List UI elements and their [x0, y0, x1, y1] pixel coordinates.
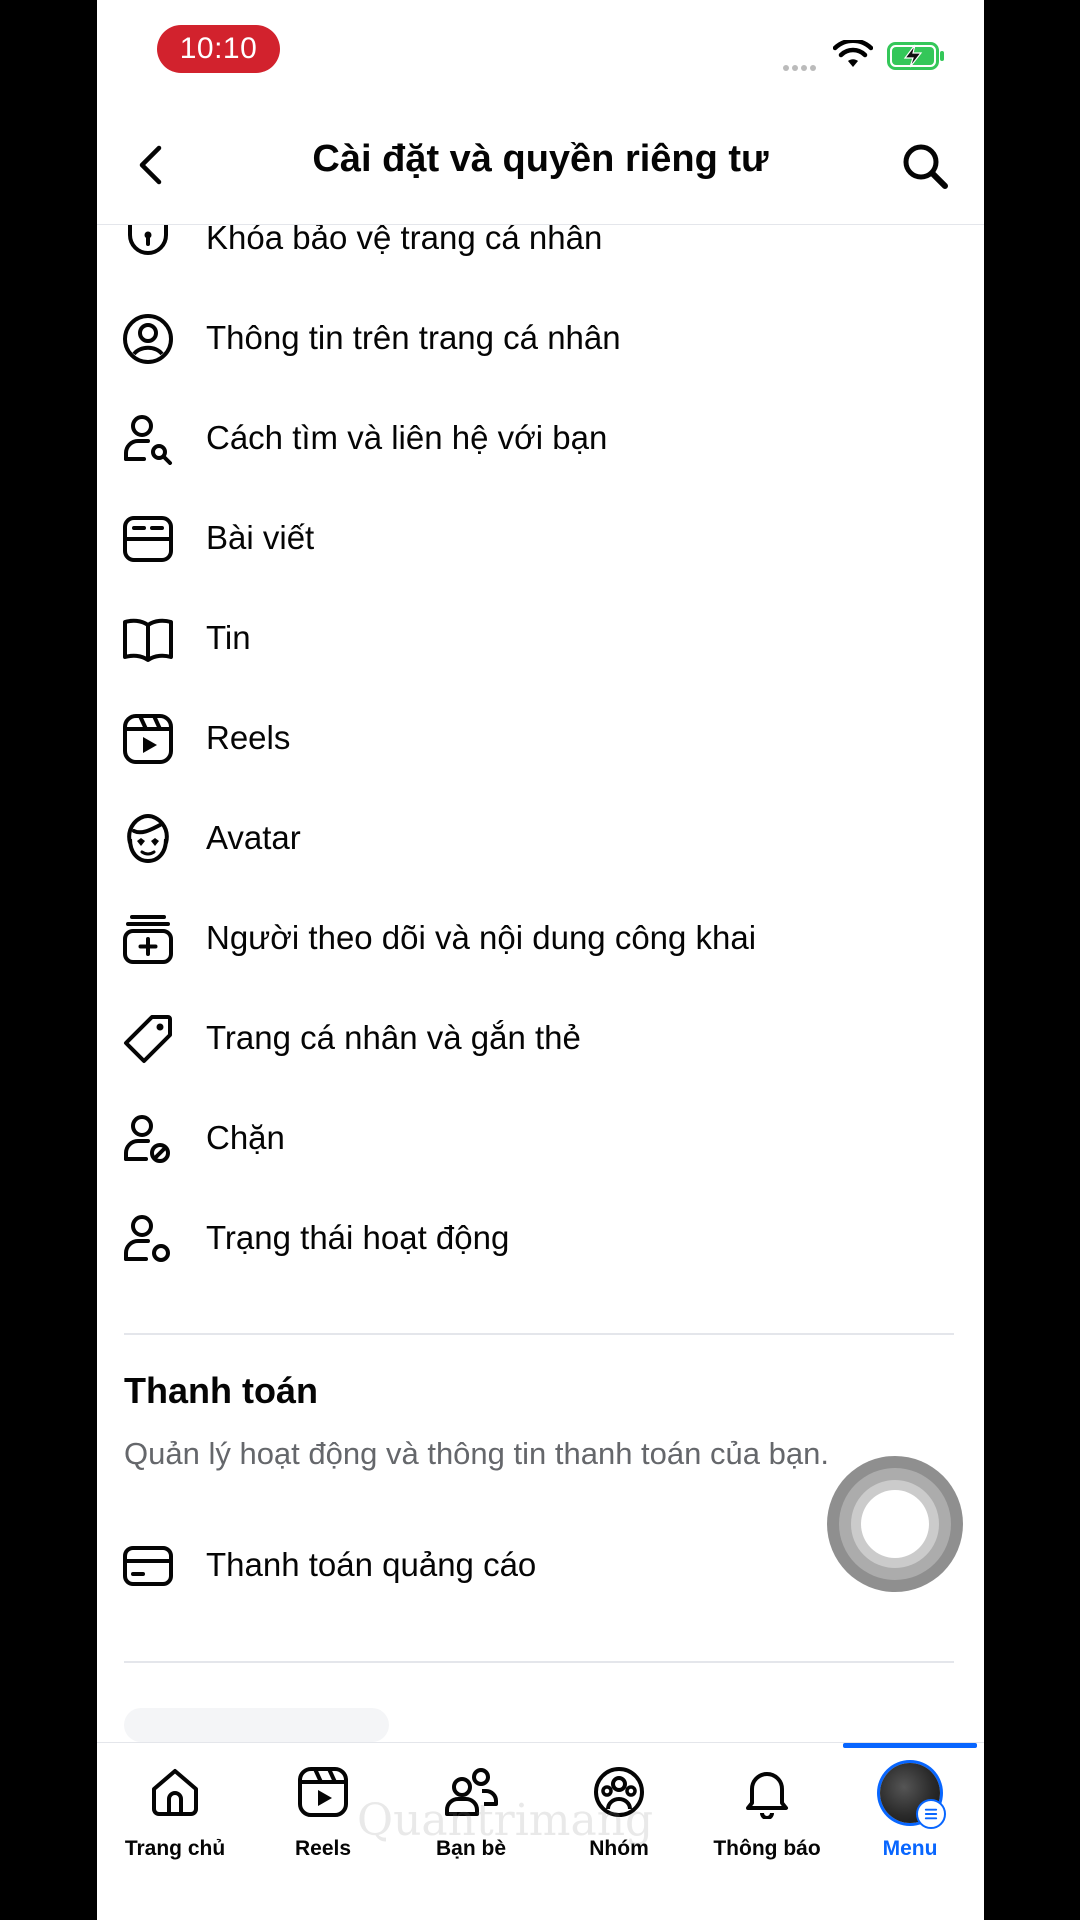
home-icon [152, 1769, 198, 1816]
app-screen: 10:10 Cài đặt và quyền riêng tư Khóa bảo… [97, 0, 984, 1920]
section-divider [124, 1333, 954, 1335]
loading-placeholder [124, 1708, 389, 1742]
section-divider [124, 1661, 954, 1663]
section-title: Thanh toán [124, 1370, 318, 1411]
tab-label: Trang chủ [124, 1837, 226, 1860]
list-item-label: Trạng thái hoạt động [206, 1219, 510, 1256]
bottom-nav: Trang chủ Reels Bạn bè Nhóm Thông báo Me… [97, 1742, 984, 1920]
tag-icon [124, 1015, 172, 1063]
cellular-signal-icon [783, 58, 819, 76]
tab-home[interactable]: Trang chủ [101, 1743, 249, 1873]
list-item-profile-tagging[interactable]: Trang cá nhân và gắn thẻ [97, 988, 984, 1088]
post-card-icon [123, 516, 173, 562]
avatar-face-icon [127, 813, 169, 864]
tab-label: Menu [882, 1837, 938, 1860]
search-button[interactable] [899, 140, 951, 192]
list-item-label: Tin [206, 619, 251, 656]
section-description: Quản lý hoạt động và thông tin thanh toá… [124, 1436, 829, 1471]
list-item-find-contact[interactable]: Cách tìm và liên hệ với bạn [97, 388, 984, 488]
reels-icon [298, 1767, 348, 1817]
page-title: Cài đặt và quyền riêng tư [312, 138, 769, 180]
list-item-active-status[interactable]: Trạng thái hoạt động [97, 1188, 984, 1288]
tab-label: Thông báo [713, 1837, 821, 1860]
open-book-icon [123, 618, 173, 662]
list-item-posts[interactable]: Bài viết [97, 488, 984, 588]
user-status-icon [124, 1215, 170, 1262]
tab-menu[interactable]: Menu [836, 1743, 984, 1873]
credit-card-icon [123, 1546, 173, 1586]
tab-notifications[interactable]: Thông báo [693, 1743, 841, 1873]
assistive-touch-button[interactable] [827, 1456, 963, 1592]
user-search-icon [124, 415, 172, 465]
header: Cài đặt và quyền riêng tư [97, 110, 984, 225]
list-item-reels[interactable]: Reels [97, 688, 984, 788]
list-item-profile-info[interactable]: Thông tin trên trang cá nhân [97, 288, 984, 388]
list-item-followers[interactable]: Người theo dõi và nội dung công khai [97, 888, 984, 988]
list-item-label: Chặn [206, 1119, 285, 1156]
list-item-label: Cách tìm và liên hệ với bạn [206, 419, 608, 456]
list-item-label: Trang cá nhân và gắn thẻ [206, 1019, 581, 1056]
menu-icon [916, 1799, 946, 1829]
user-block-icon [124, 1115, 170, 1163]
bell-icon [746, 1772, 788, 1819]
list-item-label: Người theo dõi và nội dung công khai [206, 919, 757, 956]
list-item-label: Thông tin trên trang cá nhân [206, 319, 621, 356]
battery-charging-icon [887, 42, 944, 70]
reels-icon [123, 714, 173, 764]
list-item-label: Reels [206, 719, 291, 756]
list-item-label: Bài viết [206, 519, 315, 556]
status-time: 10:10 [157, 25, 280, 73]
watermark: Quantrimang [357, 1795, 654, 1846]
list-item-blocking[interactable]: Chặn [97, 1088, 984, 1188]
user-circle-icon [123, 314, 173, 364]
list-item-stories[interactable]: Tin [97, 588, 984, 688]
list-item-label: Thanh toán quảng cáo [206, 1546, 537, 1583]
list-item-avatar[interactable]: Avatar [97, 788, 984, 888]
add-box-icon [123, 915, 173, 964]
list-item-label: Avatar [206, 819, 301, 856]
wifi-icon [833, 40, 873, 67]
